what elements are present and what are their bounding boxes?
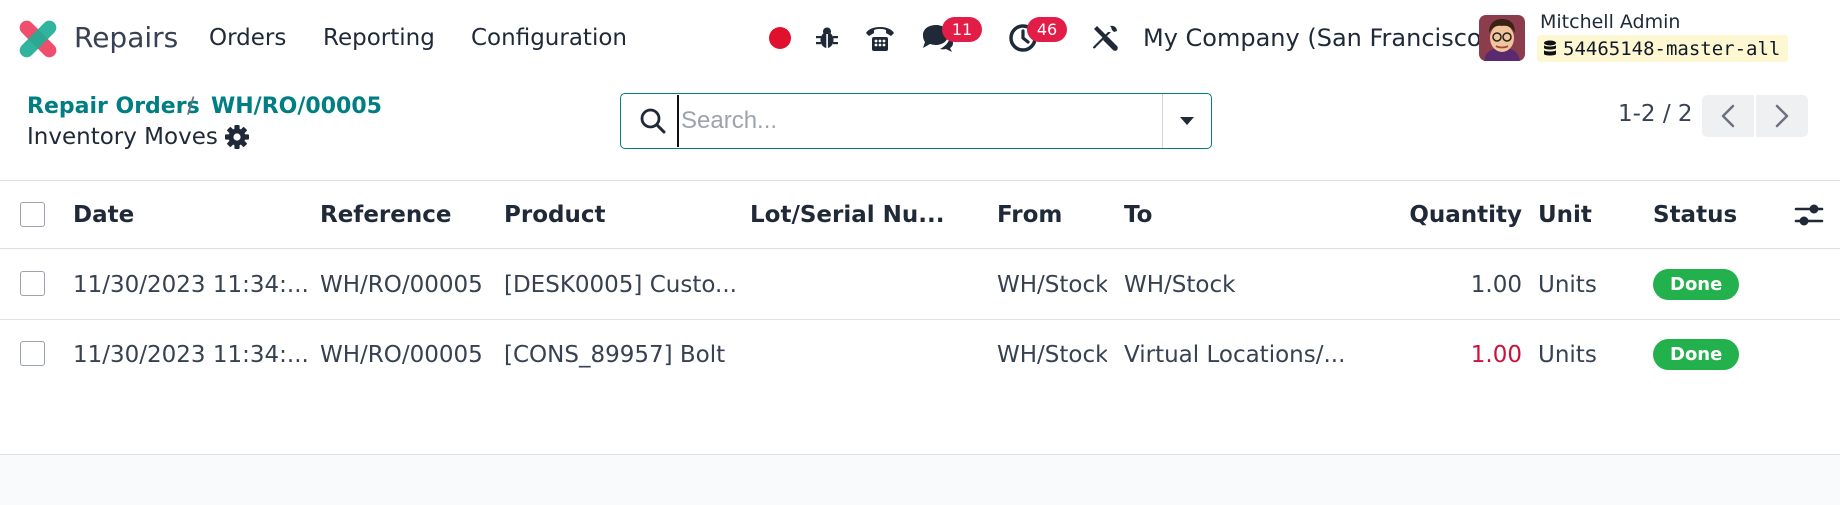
search-icon (640, 108, 666, 134)
record-icon[interactable] (760, 20, 800, 56)
cell-from: WH/Stock (997, 271, 1107, 298)
column-header-to[interactable]: To (1124, 181, 1324, 248)
chat-count-badge: 11 (942, 17, 982, 42)
control-panel: Repair Orders / WH/RO/00005 Inventory Mo… (0, 77, 1840, 181)
column-header-status[interactable]: Status (1653, 181, 1773, 248)
pager-value[interactable]: 1-2 / 2 (1618, 101, 1693, 127)
breadcrumb-separator: / (187, 94, 195, 119)
cell-unit: Units (1538, 271, 1597, 298)
cell-quantity: 1.00 (1470, 271, 1522, 298)
app-name[interactable]: Repairs (74, 21, 178, 54)
menu-configuration[interactable]: Configuration (471, 25, 627, 51)
table-row[interactable]: 11/30/2023 11:34:... WH/RO/00005 [CONS_8… (0, 320, 1840, 390)
database-name: 54465148-master-all (1563, 37, 1781, 60)
column-header-reference[interactable]: Reference (320, 181, 490, 248)
cell-to: Virtual Locations/... (1124, 341, 1346, 368)
breadcrumb-parent[interactable]: Repair Orders (27, 94, 200, 119)
tools-icon[interactable] (1085, 20, 1125, 56)
cell-reference: WH/RO/00005 (320, 341, 483, 368)
select-all-checkbox[interactable] (20, 202, 45, 227)
user-avatar[interactable] (1479, 15, 1525, 61)
menu-reporting[interactable]: Reporting (323, 25, 435, 51)
user-name[interactable]: Mitchell Admin (1540, 11, 1680, 33)
cell-lot-serial (750, 250, 980, 319)
gear-icon[interactable] (224, 124, 250, 150)
caret-down-icon (1180, 117, 1194, 125)
cell-quantity: 1.00 (1470, 341, 1522, 368)
page-title: Inventory Moves (27, 124, 218, 150)
menu-orders[interactable]: Orders (209, 25, 286, 51)
pager-previous-button[interactable] (1702, 95, 1754, 137)
column-header-from[interactable]: From (997, 181, 1107, 248)
database-badge: 54465148-master-all (1537, 35, 1789, 62)
database-icon (1544, 40, 1556, 56)
cell-status: Done (1653, 250, 1783, 319)
cell-lot-serial (750, 320, 980, 389)
cell-reference: WH/RO/00005 (320, 271, 483, 298)
cell-date: 11/30/2023 11:34:... (73, 271, 307, 298)
chevron-left-icon (1721, 104, 1735, 128)
row-checkbox[interactable] (20, 341, 45, 366)
phone-icon[interactable] (860, 20, 900, 56)
bug-icon[interactable] (807, 20, 847, 56)
chevron-right-icon (1775, 104, 1789, 128)
search-bar (620, 93, 1212, 149)
status-badge: Done (1653, 339, 1740, 370)
cell-unit: Units (1538, 341, 1597, 368)
list-view: Date Reference Product Lot/Serial Nu... … (0, 181, 1840, 505)
cell-to: WH/Stock (1124, 271, 1236, 298)
activity-count-badge: 46 (1027, 17, 1067, 42)
table-header: Date Reference Product Lot/Serial Nu... … (0, 181, 1840, 249)
search-input[interactable] (677, 95, 1147, 147)
column-header-lot-serial[interactable]: Lot/Serial Nu... (750, 181, 980, 248)
table-row[interactable]: 11/30/2023 11:34:... WH/RO/00005 [DESK00… (0, 250, 1840, 320)
column-header-unit[interactable]: Unit (1538, 181, 1648, 248)
search-options-toggle[interactable] (1163, 94, 1211, 148)
row-checkbox[interactable] (20, 271, 45, 296)
pager-next-button[interactable] (1756, 95, 1808, 137)
column-header-product[interactable]: Product (504, 181, 734, 248)
cell-from: WH/Stock (997, 341, 1107, 368)
cell-status: Done (1653, 320, 1783, 389)
cell-product: [CONS_89957] Bolt (504, 341, 726, 368)
top-navbar: Repairs Orders Reporting Configuration 1… (0, 0, 1840, 77)
column-header-date[interactable]: Date (73, 181, 303, 248)
company-switcher[interactable]: My Company (San Francisco) (1143, 24, 1491, 52)
cell-product: [DESK0005] Custo... (504, 271, 737, 298)
table-footer (0, 389, 1840, 455)
status-badge: Done (1653, 269, 1740, 300)
breadcrumb-current[interactable]: WH/RO/00005 (211, 94, 382, 119)
cell-date: 11/30/2023 11:34:... (73, 341, 307, 368)
column-header-quantity[interactable]: Quantity (1400, 181, 1522, 248)
optional-columns-icon[interactable] (1794, 201, 1824, 229)
repairs-logo-icon[interactable] (18, 19, 58, 59)
